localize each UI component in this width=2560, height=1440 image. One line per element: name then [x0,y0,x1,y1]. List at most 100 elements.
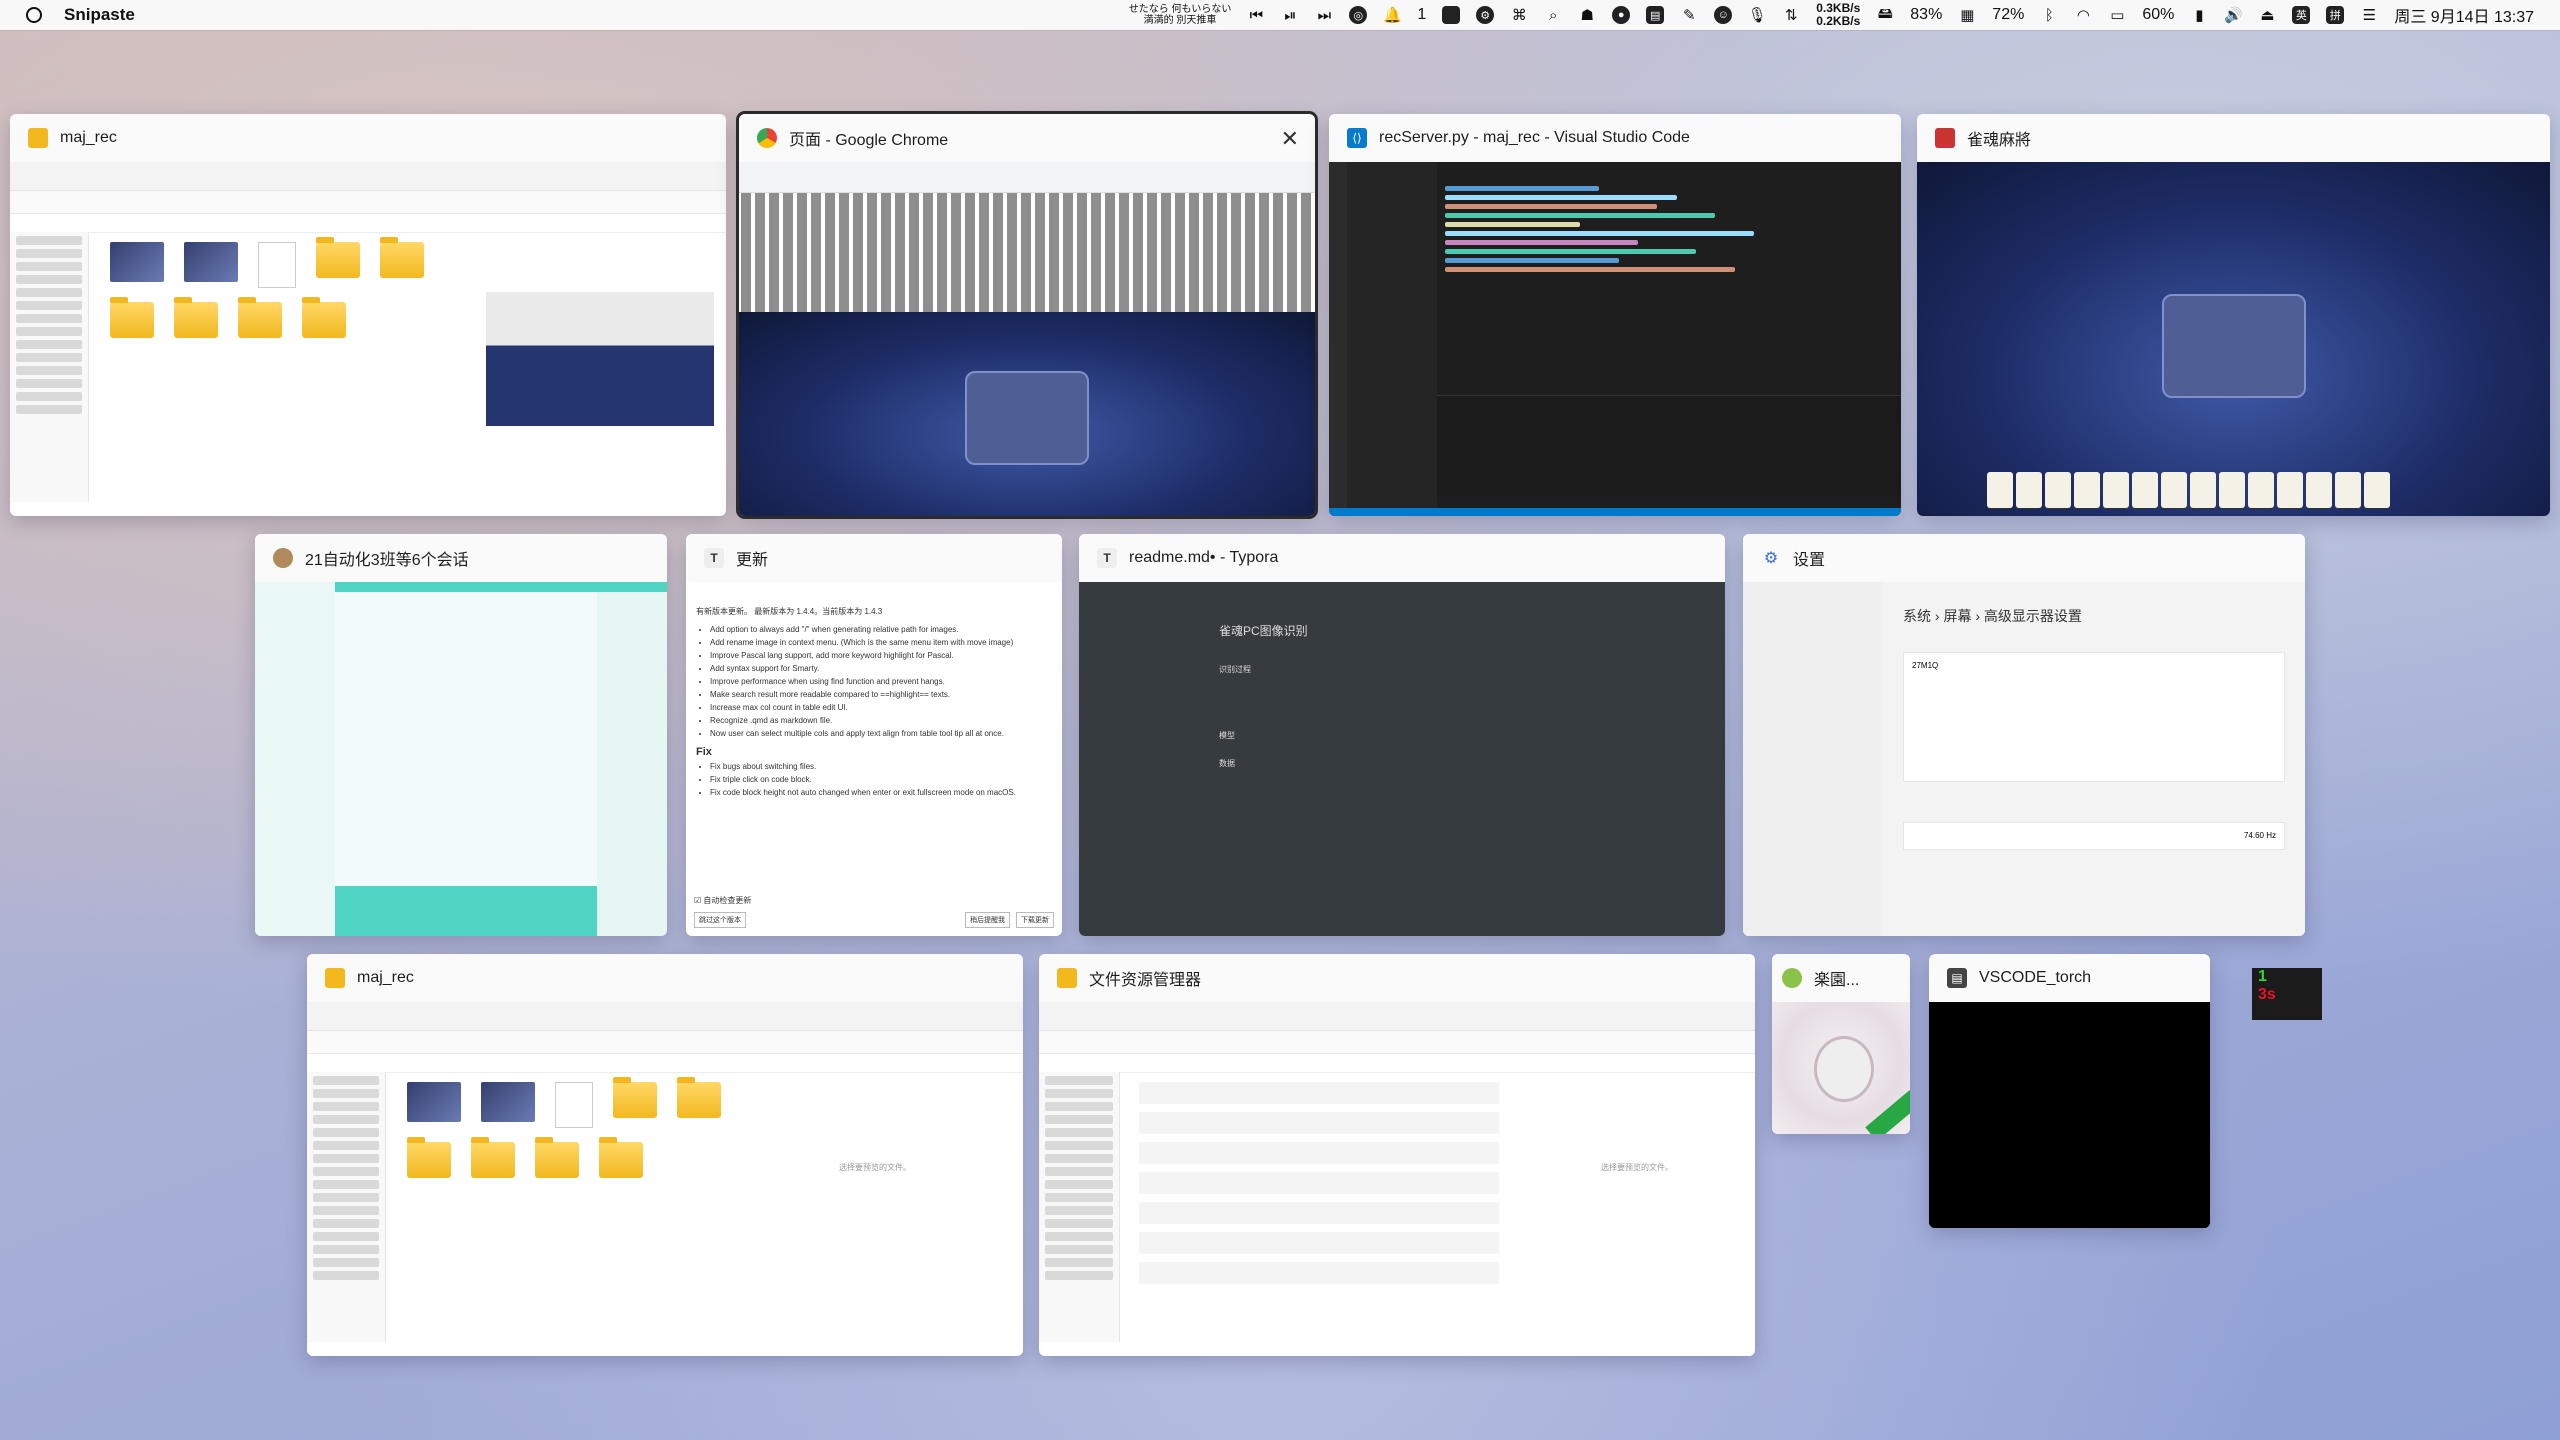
grid-app-icon[interactable]: ⌘ [1510,6,1528,24]
auto-check-checkbox[interactable]: ☑ 自动检查更新 [694,895,751,906]
image-file-icon [407,1082,461,1122]
mahjong-app-icon [1935,128,1955,148]
folder-icon [599,1137,643,1178]
update-item: Add syntax support for Smarty. [710,662,1052,675]
ime-pinyin-indicator[interactable]: 拼 [2326,6,2345,24]
update-list: Add option to always add "/" when genera… [710,623,1052,740]
window-thumb-image-viewer[interactable]: 楽園... [1772,954,1910,1134]
window-preview [255,582,667,936]
window-titlebar: 雀魂麻將 [1917,114,2550,162]
update-header: 有新版本更新。 最新版本为 1.4.4。当前版本为 1.4.3 [696,607,883,616]
wifi-icon[interactable]: ◠ [2074,6,2092,24]
window-thumb-file-explorer[interactable]: 文件资源管理器 选择要预览的文件。 [1039,954,1755,1356]
download-update-button[interactable]: 下载更新 [1016,912,1054,928]
document-file-icon [555,1082,593,1128]
doc-section: 识别过程 [1219,665,1251,674]
steam-icon[interactable]: ⚙ [1476,6,1495,24]
folder-icon [380,237,424,278]
folder-icon [238,297,282,338]
window-preview: 选择要预览的文件。 [307,1002,1023,1356]
doc-section: 数据 [1219,759,1235,768]
terminal-preview [1929,1002,2210,1228]
transfer-icon[interactable]: ⇅ [1782,6,1800,24]
window-thumb-mahjong[interactable]: 雀魂麻將 [1917,114,2550,516]
update-item: Improve performance when using find func… [710,675,1052,688]
window-title: 设置 [1793,552,1826,569]
play-pause-icon[interactable]: ⏯ [1281,6,1299,24]
game-controller-icon[interactable]: ☗ [1578,6,1596,24]
next-track-icon[interactable]: ⏭ [1315,6,1333,24]
window-titlebar: 楽園... [1772,954,1910,1002]
window-title: 21自动化3班等6个会话 [305,552,469,569]
folder-icon [677,1077,721,1118]
display-icon[interactable]: ▭ [2108,6,2126,24]
ime-english-indicator[interactable]: 英 [2292,6,2311,24]
skip-version-button[interactable]: 跳过这个版本 [694,912,746,928]
eject-icon[interactable]: ⏏ [2258,6,2276,24]
window-title: 楽園... [1814,972,1860,989]
window-thumb-maj-rec-2[interactable]: maj_rec 选择要预览的文件。 [307,954,1023,1356]
typora-icon: T [1097,548,1117,568]
wechat-icon[interactable]: ☺ [1714,6,1733,24]
window-titlebar: ▤ VSCODE_torch [1929,954,2210,1002]
window-thumb-chrome[interactable]: 页面 - Google Chrome ✕ [736,111,1318,519]
vscode-icon: ⟨⟩ [1347,128,1367,148]
window-preview [739,162,1315,516]
folder-icon [316,237,360,278]
window-thumb-maj-rec-1[interactable]: maj_rec [10,114,726,516]
lyric-line-1: せたなら 何もいらない [1128,4,1232,15]
folder-icon [110,297,154,338]
window-thumb-terminal[interactable]: ▤ VSCODE_torch [1929,954,2210,1228]
system-menu-icon[interactable] [26,7,42,23]
tile-grid-image [739,193,1315,313]
square-app-icon[interactable] [1442,6,1461,24]
window-thumb-vscode[interactable]: ⟨⟩ recServer.py - maj_rec - Visual Studi… [1329,114,1901,516]
previous-track-icon[interactable]: ⏮ [1247,6,1265,24]
folder-icon [28,128,48,148]
window-titlebar: 文件资源管理器 [1039,954,1755,1002]
window-app-icon[interactable]: ▤ [1646,6,1665,24]
preview-pane-image [486,292,714,426]
doc-section: 模型 [1219,731,1235,740]
active-app-name[interactable]: Snipaste [64,5,135,25]
refresh-rate-select[interactable]: 74.60 Hz [1903,822,2285,850]
close-icon[interactable]: ✕ [1281,126,1299,152]
update-item: Now user can select multiple cols and ap… [710,727,1052,740]
search-icon[interactable]: ⌕ [1544,6,1562,24]
battery-icon[interactable]: ▮ [2190,6,2208,24]
window-title: maj_rec [357,969,414,986]
folder-icon [302,297,346,338]
window-thumb-settings[interactable]: ⚙ 设置 系统 › 屏幕 › 高级显示器设置 27M1Q 74.60 Hz [1743,534,2305,936]
window-thumb-update[interactable]: T 更新 有新版本更新。 最新版本为 1.4.4。当前版本为 1.4.3 Add… [686,534,1062,936]
folder-icon [325,968,345,988]
notification-bell-icon[interactable]: 🔔 [1383,6,1402,24]
update-item: Add rename image in context menu. (Which… [710,636,1052,649]
image-file-icon [184,242,238,282]
window-title: maj_rec [60,129,117,146]
window-thumb-typora[interactable]: T readme.md• - Typora 雀魂PC图像识别 识别过程 模型 数… [1079,534,1725,936]
clock[interactable]: 周三 9月14日 13:37 [2394,3,2534,27]
floating-overlay: 1 3s [2252,968,2322,1020]
gear-icon: ⚙ [1763,550,1779,567]
window-titlebar: 21自动化3班等6个会话 [255,534,667,582]
window-titlebar: maj_rec [10,114,726,162]
notification-count: 1 [1417,6,1427,23]
window-title: VSCODE_torch [1979,969,2092,986]
disk-icon: 🖴 [1877,4,1893,22]
microphone-icon[interactable]: 🎙 [1748,6,1767,24]
volume-icon[interactable]: 🔊 [2224,6,2243,24]
cpu-icon: ▦ [1960,7,1975,24]
fix-item: Fix code block height not auto changed w… [710,786,1052,799]
settings-breadcrumb: 系统 › 屏幕 › 高级显示器设置 [1903,608,2082,624]
fix-item: Fix triple click on code block. [710,773,1052,786]
pen-icon[interactable]: ✎ [1680,6,1698,24]
control-center-icon[interactable]: ☰ [2360,6,2378,24]
window-thumb-chat[interactable]: 21自动化3班等6个会话 [255,534,667,936]
window-preview: 雀魂PC图像识别 识别过程 模型 数据 [1079,582,1725,936]
recent-files-list [1139,1082,1499,1292]
browser-tray-icon[interactable]: ◎ [1349,6,1368,24]
record-icon[interactable]: ● [1612,6,1631,24]
lyric-display: せたなら 何もいらない 満満的 別天推車 [1129,4,1232,26]
bluetooth-icon[interactable]: ᛒ [2040,6,2058,24]
remind-later-button[interactable]: 稍后提醒我 [965,912,1010,928]
